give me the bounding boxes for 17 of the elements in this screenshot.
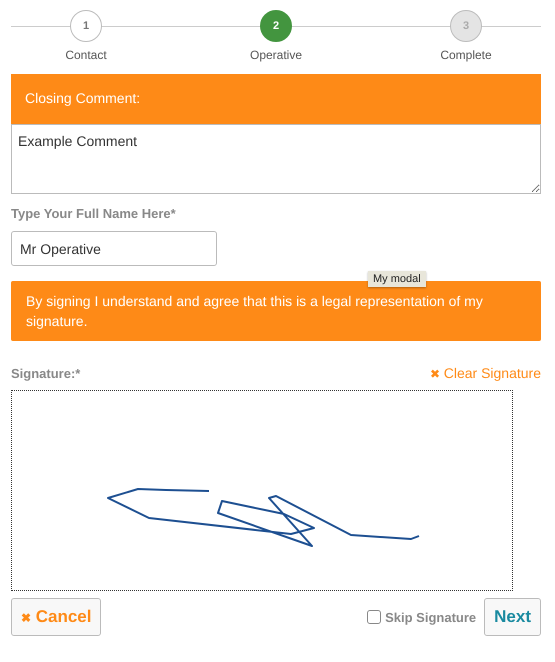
field-label: Type Your Full Name Here* [11, 206, 177, 221]
step-number: 3 [450, 10, 482, 42]
next-button[interactable]: Next [484, 598, 541, 636]
step-label: Operative [250, 48, 302, 62]
signature-label: Signature:* [11, 366, 80, 380]
comment-field[interactable]: Example Comment [11, 124, 541, 194]
signature-pad[interactable] [11, 390, 513, 591]
step-number: 2 [260, 10, 292, 42]
skip-checkbox[interactable] [367, 610, 382, 624]
name-field[interactable]: Mr Operative [11, 231, 217, 266]
cancel-button[interactable]: ✖ Cancel [11, 598, 102, 636]
step-label: Complete [440, 48, 492, 62]
clear-signature-link[interactable]: ✖ Clear Signature [430, 365, 541, 381]
step-number: 1 [70, 10, 102, 42]
comment-header: Closing Comment: [11, 74, 541, 124]
step-label: Contact [65, 48, 107, 62]
skip-label[interactable]: Skip Signature [385, 610, 476, 624]
